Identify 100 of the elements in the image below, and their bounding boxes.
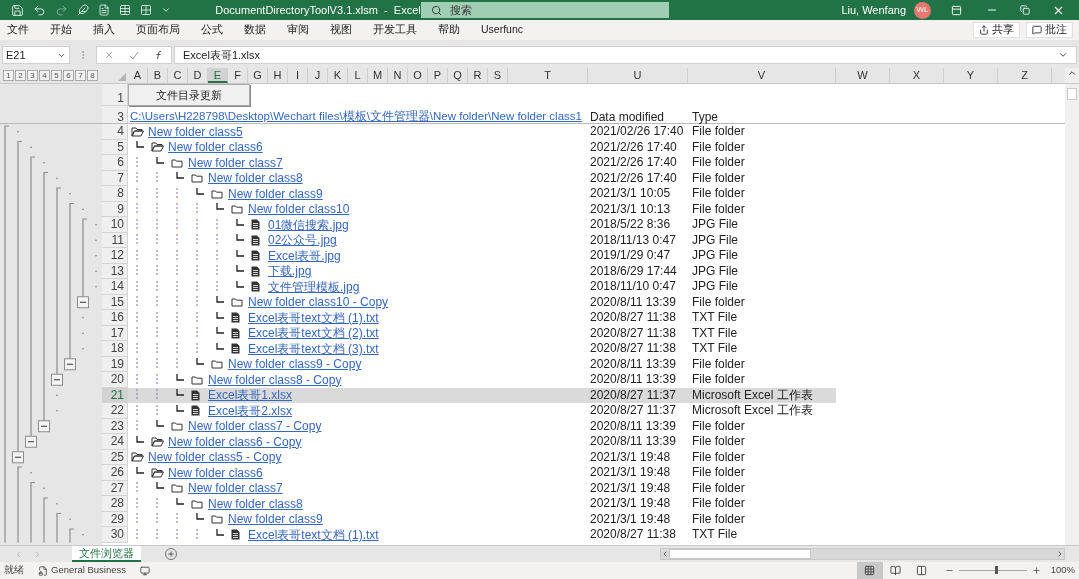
collapse-button[interactable] bbox=[64, 358, 76, 371]
column-header[interactable]: J bbox=[308, 68, 328, 83]
comment-button[interactable]: 批注 bbox=[1026, 22, 1073, 38]
scroll-right-icon[interactable] bbox=[1056, 550, 1064, 558]
row-header[interactable]: 30 bbox=[102, 527, 128, 543]
search-input[interactable]: 搜索 bbox=[450, 1, 650, 19]
row-header[interactable]: 20 bbox=[102, 372, 128, 388]
outline-level-button[interactable]: 6 bbox=[63, 70, 74, 81]
outline-level-button[interactable]: 5 bbox=[51, 70, 62, 81]
row-header[interactable]: 26 bbox=[102, 465, 128, 481]
column-header[interactable]: V bbox=[688, 68, 836, 83]
collapse-button[interactable] bbox=[51, 373, 63, 386]
vertical-scrollbar[interactable] bbox=[1065, 84, 1079, 545]
outline-level-button[interactable]: 3 bbox=[27, 70, 38, 81]
column-header[interactable]: A bbox=[128, 68, 148, 83]
column-header[interactable]: Y bbox=[944, 68, 998, 83]
column-header[interactable]: M bbox=[368, 68, 388, 83]
column-header[interactable]: B bbox=[148, 68, 168, 83]
column-header[interactable]: I bbox=[288, 68, 308, 83]
column-header[interactable]: O bbox=[408, 68, 428, 83]
row-header[interactable]: 4 bbox=[102, 124, 128, 140]
column-header[interactable]: U bbox=[588, 68, 688, 83]
column-header[interactable]: T bbox=[508, 68, 588, 83]
column-header[interactable]: R bbox=[468, 68, 488, 83]
table-icon[interactable] bbox=[119, 4, 131, 16]
ribbon-tab[interactable]: 视图 bbox=[330, 22, 352, 38]
column-header[interactable]: F bbox=[228, 68, 248, 83]
ribbon-tab[interactable]: 数据 bbox=[244, 22, 266, 38]
folder-path-link[interactable]: C:\Users\H228798\Desktop\Wechart files\模板\文件管理器\New folder\New folder class1 bbox=[128, 106, 588, 123]
collapse-button[interactable] bbox=[77, 296, 89, 309]
row-header[interactable]: 1 bbox=[102, 84, 128, 106]
ribbon-tab[interactable]: 插入 bbox=[93, 22, 115, 38]
feather-icon[interactable] bbox=[77, 4, 89, 16]
column-header[interactable]: L bbox=[348, 68, 368, 83]
add-sheet-button[interactable] bbox=[165, 548, 177, 560]
horizontal-scrollbar[interactable] bbox=[660, 548, 1065, 560]
column-header[interactable]: W bbox=[836, 68, 890, 83]
row-header[interactable]: 18 bbox=[102, 341, 128, 357]
ribbon-display-icon[interactable] bbox=[951, 4, 962, 16]
row-header[interactable]: 28 bbox=[102, 496, 128, 512]
zoom-slider-thumb[interactable] bbox=[994, 566, 998, 574]
column-header[interactable]: G bbox=[248, 68, 268, 83]
ribbon-tab[interactable]: 开发工具 bbox=[373, 22, 417, 38]
share-button[interactable]: 共享 bbox=[973, 22, 1020, 38]
row-header[interactable]: 22 bbox=[102, 403, 128, 419]
file-link[interactable]: New folder class5 bbox=[148, 122, 243, 141]
row-header[interactable]: 14 bbox=[102, 279, 128, 295]
zoom-in-icon[interactable] bbox=[1031, 566, 1041, 575]
collapse-button[interactable] bbox=[25, 435, 37, 448]
undo-icon[interactable] bbox=[33, 3, 46, 17]
row-header[interactable]: 6 bbox=[102, 155, 128, 171]
restore-icon[interactable] bbox=[1020, 5, 1030, 15]
search-field[interactable]: 搜索 bbox=[421, 2, 669, 18]
column-header[interactable]: P bbox=[428, 68, 448, 83]
column-header[interactable]: X bbox=[890, 68, 944, 83]
formula-field[interactable]: Excel表哥1.xlsx bbox=[174, 46, 1077, 64]
column-header[interactable]: Q bbox=[448, 68, 468, 83]
ribbon-tab[interactable]: 审阅 bbox=[287, 22, 309, 38]
scroll-up-icon[interactable] bbox=[1067, 68, 1077, 78]
column-header[interactable]: E bbox=[208, 68, 228, 83]
ribbon-tab[interactable]: 开始 bbox=[50, 22, 72, 38]
scroll-left-icon[interactable] bbox=[661, 550, 669, 558]
outline-level-button[interactable]: 1 bbox=[3, 70, 14, 81]
ribbon-tab[interactable]: Userfunc bbox=[481, 22, 523, 38]
save-icon[interactable] bbox=[11, 3, 24, 17]
ribbon-tab[interactable]: 帮助 bbox=[438, 22, 460, 38]
customize-icon[interactable] bbox=[161, 5, 171, 15]
collapse-button[interactable] bbox=[38, 420, 50, 433]
check-icon[interactable] bbox=[129, 50, 139, 60]
row-header[interactable]: 24 bbox=[102, 434, 128, 450]
ribbon-tab[interactable]: 公式 bbox=[201, 22, 223, 38]
ribbon-tab[interactable]: 文件 bbox=[7, 22, 29, 38]
column-header[interactable]: C bbox=[168, 68, 188, 83]
outline-level-button[interactable]: 4 bbox=[39, 70, 50, 81]
update-directory-button[interactable]: 文件目录更新 bbox=[128, 84, 250, 106]
column-header[interactable]: H bbox=[268, 68, 288, 83]
row-header[interactable]: 16 bbox=[102, 310, 128, 326]
row-header[interactable]: 12 bbox=[102, 248, 128, 264]
outline-level-button[interactable]: 7 bbox=[75, 70, 86, 81]
scroll-thumb[interactable] bbox=[1067, 88, 1077, 100]
scroll-thumb[interactable] bbox=[669, 549, 811, 559]
column-header[interactable]: N bbox=[388, 68, 408, 83]
ribbon-tab[interactable]: 页面布局 bbox=[136, 22, 180, 38]
collapse-button[interactable] bbox=[12, 451, 24, 464]
expand-icon[interactable] bbox=[1058, 50, 1068, 60]
row-header[interactable]: 8 bbox=[102, 186, 128, 202]
sheet-tab[interactable]: 文件浏览器 bbox=[72, 546, 141, 562]
column-header[interactable]: K bbox=[328, 68, 348, 83]
name-box[interactable]: E21 bbox=[2, 46, 70, 64]
cancel-icon[interactable] bbox=[104, 50, 115, 60]
view-button[interactable] bbox=[856, 562, 883, 579]
zoom-percent[interactable]: 100% bbox=[1050, 563, 1075, 578]
outline-level-button[interactable]: 8 bbox=[87, 70, 98, 81]
outline-level-button[interactable]: 2 bbox=[15, 70, 26, 81]
row-header[interactable]: 10 bbox=[102, 217, 128, 233]
column-header[interactable]: S bbox=[488, 68, 508, 83]
grid-icon[interactable] bbox=[140, 4, 152, 16]
row-header[interactable]: 3 bbox=[102, 106, 128, 123]
column-header[interactable]: Z bbox=[998, 68, 1052, 83]
document-icon[interactable] bbox=[98, 4, 110, 16]
